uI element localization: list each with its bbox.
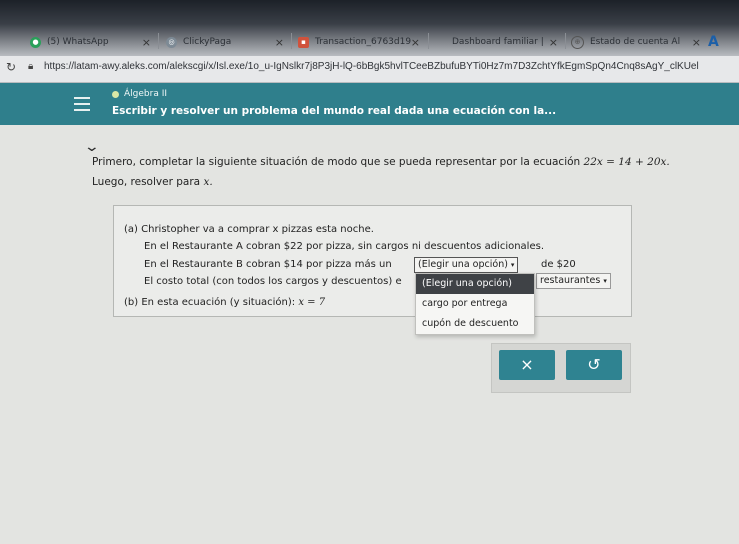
part-a-line1: (a) Christopher va a comprar x pizzas es… (124, 224, 374, 235)
chevron-down-icon: ▾ (510, 261, 515, 269)
aleks-header: Álgebra II Escribir y resolver un proble… (0, 83, 739, 125)
tab-divider (158, 33, 159, 49)
tab-clickypaga[interactable]: ◎ ClickyPaga × (166, 30, 288, 54)
part-b-line: (b) En esta ecuación (y situación): x = … (124, 297, 325, 308)
reload-icon[interactable]: ↻ (6, 60, 16, 74)
clear-button[interactable]: × (499, 350, 555, 380)
part-a-line4: El costo total (con todos los cargos y d… (144, 276, 402, 287)
fee-select-value: (Elegir una opción) (418, 259, 508, 270)
globe-icon: ⊕ (571, 35, 584, 49)
chevron-down-icon: ▾ (603, 277, 607, 285)
url-input[interactable]: https://latam-awy.aleks.com/alekscgi/x/I… (44, 61, 699, 72)
equation: 22x = 14 + 20x. (583, 156, 670, 168)
topic-title: Escribir y resolver un problema del mund… (112, 105, 557, 117)
close-tab-icon[interactable]: × (549, 36, 558, 49)
close-tab-icon[interactable]: × (692, 36, 701, 49)
solve-variable: x. (203, 176, 213, 188)
fee-select[interactable]: (Elegir una opción) ▾ (414, 257, 519, 273)
tab-divider (428, 33, 429, 49)
undo-button[interactable]: ↺ (566, 350, 622, 380)
close-tab-icon[interactable]: × (142, 36, 151, 49)
restaurants-select[interactable]: restaurantes ▾ (536, 273, 611, 289)
question-box: (a) Christopher va a comprar x pizzas es… (113, 205, 632, 317)
part-a-line2: En el Restaurante A cobran $22 por pizza… (144, 241, 545, 252)
part-a-line3: En el Restaurante B cobran $14 por pizza… (144, 259, 392, 270)
course-label: Álgebra II (124, 89, 168, 99)
file-icon: ▪ (298, 36, 309, 48)
tab-estado-cuenta[interactable]: ⊕ Estado de cuenta Al × (571, 30, 705, 54)
menu-icon[interactable] (74, 97, 90, 115)
course-name: Álgebra II (112, 89, 167, 99)
tab-label: Transaction_6763d19 (315, 37, 412, 47)
tab-label: (5) WhatsApp (47, 37, 109, 47)
part-a-label: (a) (124, 224, 138, 235)
part-a-text1: Christopher va a comprar x pizzas esta n… (141, 224, 374, 235)
action-panel: × ↺ (491, 343, 631, 393)
fee-dropdown-menu: (Elegir una opción) cargo por entrega cu… (415, 273, 535, 335)
solve-text: Luego, resolver para (92, 176, 201, 188)
dropdown-option[interactable]: cupón de descuento (416, 314, 534, 334)
tab-label: Dashboard familiar | (452, 37, 544, 47)
part-b-answer[interactable]: x = 7 (298, 297, 325, 308)
intro-text: Primero, completar la siguiente situació… (92, 156, 581, 168)
whatsapp-icon: ● (30, 36, 41, 48)
problem-area: ⌄ Primero, completar la siguiente situac… (0, 125, 739, 544)
tab-transaction[interactable]: ▪ Transaction_6763d19 × (298, 30, 424, 54)
tab-divider (565, 33, 566, 49)
line3-prefix: En el Restaurante B cobran $14 por pizza… (144, 259, 392, 270)
restaurants-select-value: restaurantes (540, 275, 601, 286)
clickypaga-icon: ◎ (166, 36, 177, 48)
line3-suffix: de $20 (541, 259, 576, 270)
dropdown-option[interactable]: cargo por entrega (416, 294, 534, 314)
tab-label: ClickyPaga (183, 37, 232, 47)
tab-divider (291, 33, 292, 49)
tab-label: Estado de cuenta Al (590, 37, 681, 47)
close-tab-icon[interactable]: × (275, 36, 284, 49)
solve-instruction: Luego, resolver para x. (92, 176, 213, 188)
tab-aleks[interactable]: A (708, 30, 739, 54)
close-tab-icon[interactable]: × (411, 36, 420, 49)
address-bar: ↻ 🔒︎ https://latam-awy.aleks.com/alekscg… (0, 56, 739, 83)
status-dot-icon (112, 90, 119, 98)
aleks-icon: A (708, 34, 719, 50)
tab-dashboard[interactable]: Dashboard familiar | × (436, 30, 562, 54)
lock-icon[interactable]: 🔒︎ (28, 61, 33, 72)
dropdown-option[interactable]: (Elegir una opción) (416, 274, 534, 294)
chevron-down-icon[interactable]: ⌄ (84, 139, 100, 155)
problem-intro: Primero, completar la siguiente situació… (92, 156, 670, 168)
line4-prefix: El costo total (con todos los cargos y d… (144, 276, 402, 287)
tab-whatsapp[interactable]: ● (5) WhatsApp × (30, 30, 155, 54)
browser-tab-bar: ● (5) WhatsApp × ◎ ClickyPaga × ▪ Transa… (0, 0, 739, 60)
part-b-label: (b) En esta ecuación (y situación): (124, 297, 296, 308)
